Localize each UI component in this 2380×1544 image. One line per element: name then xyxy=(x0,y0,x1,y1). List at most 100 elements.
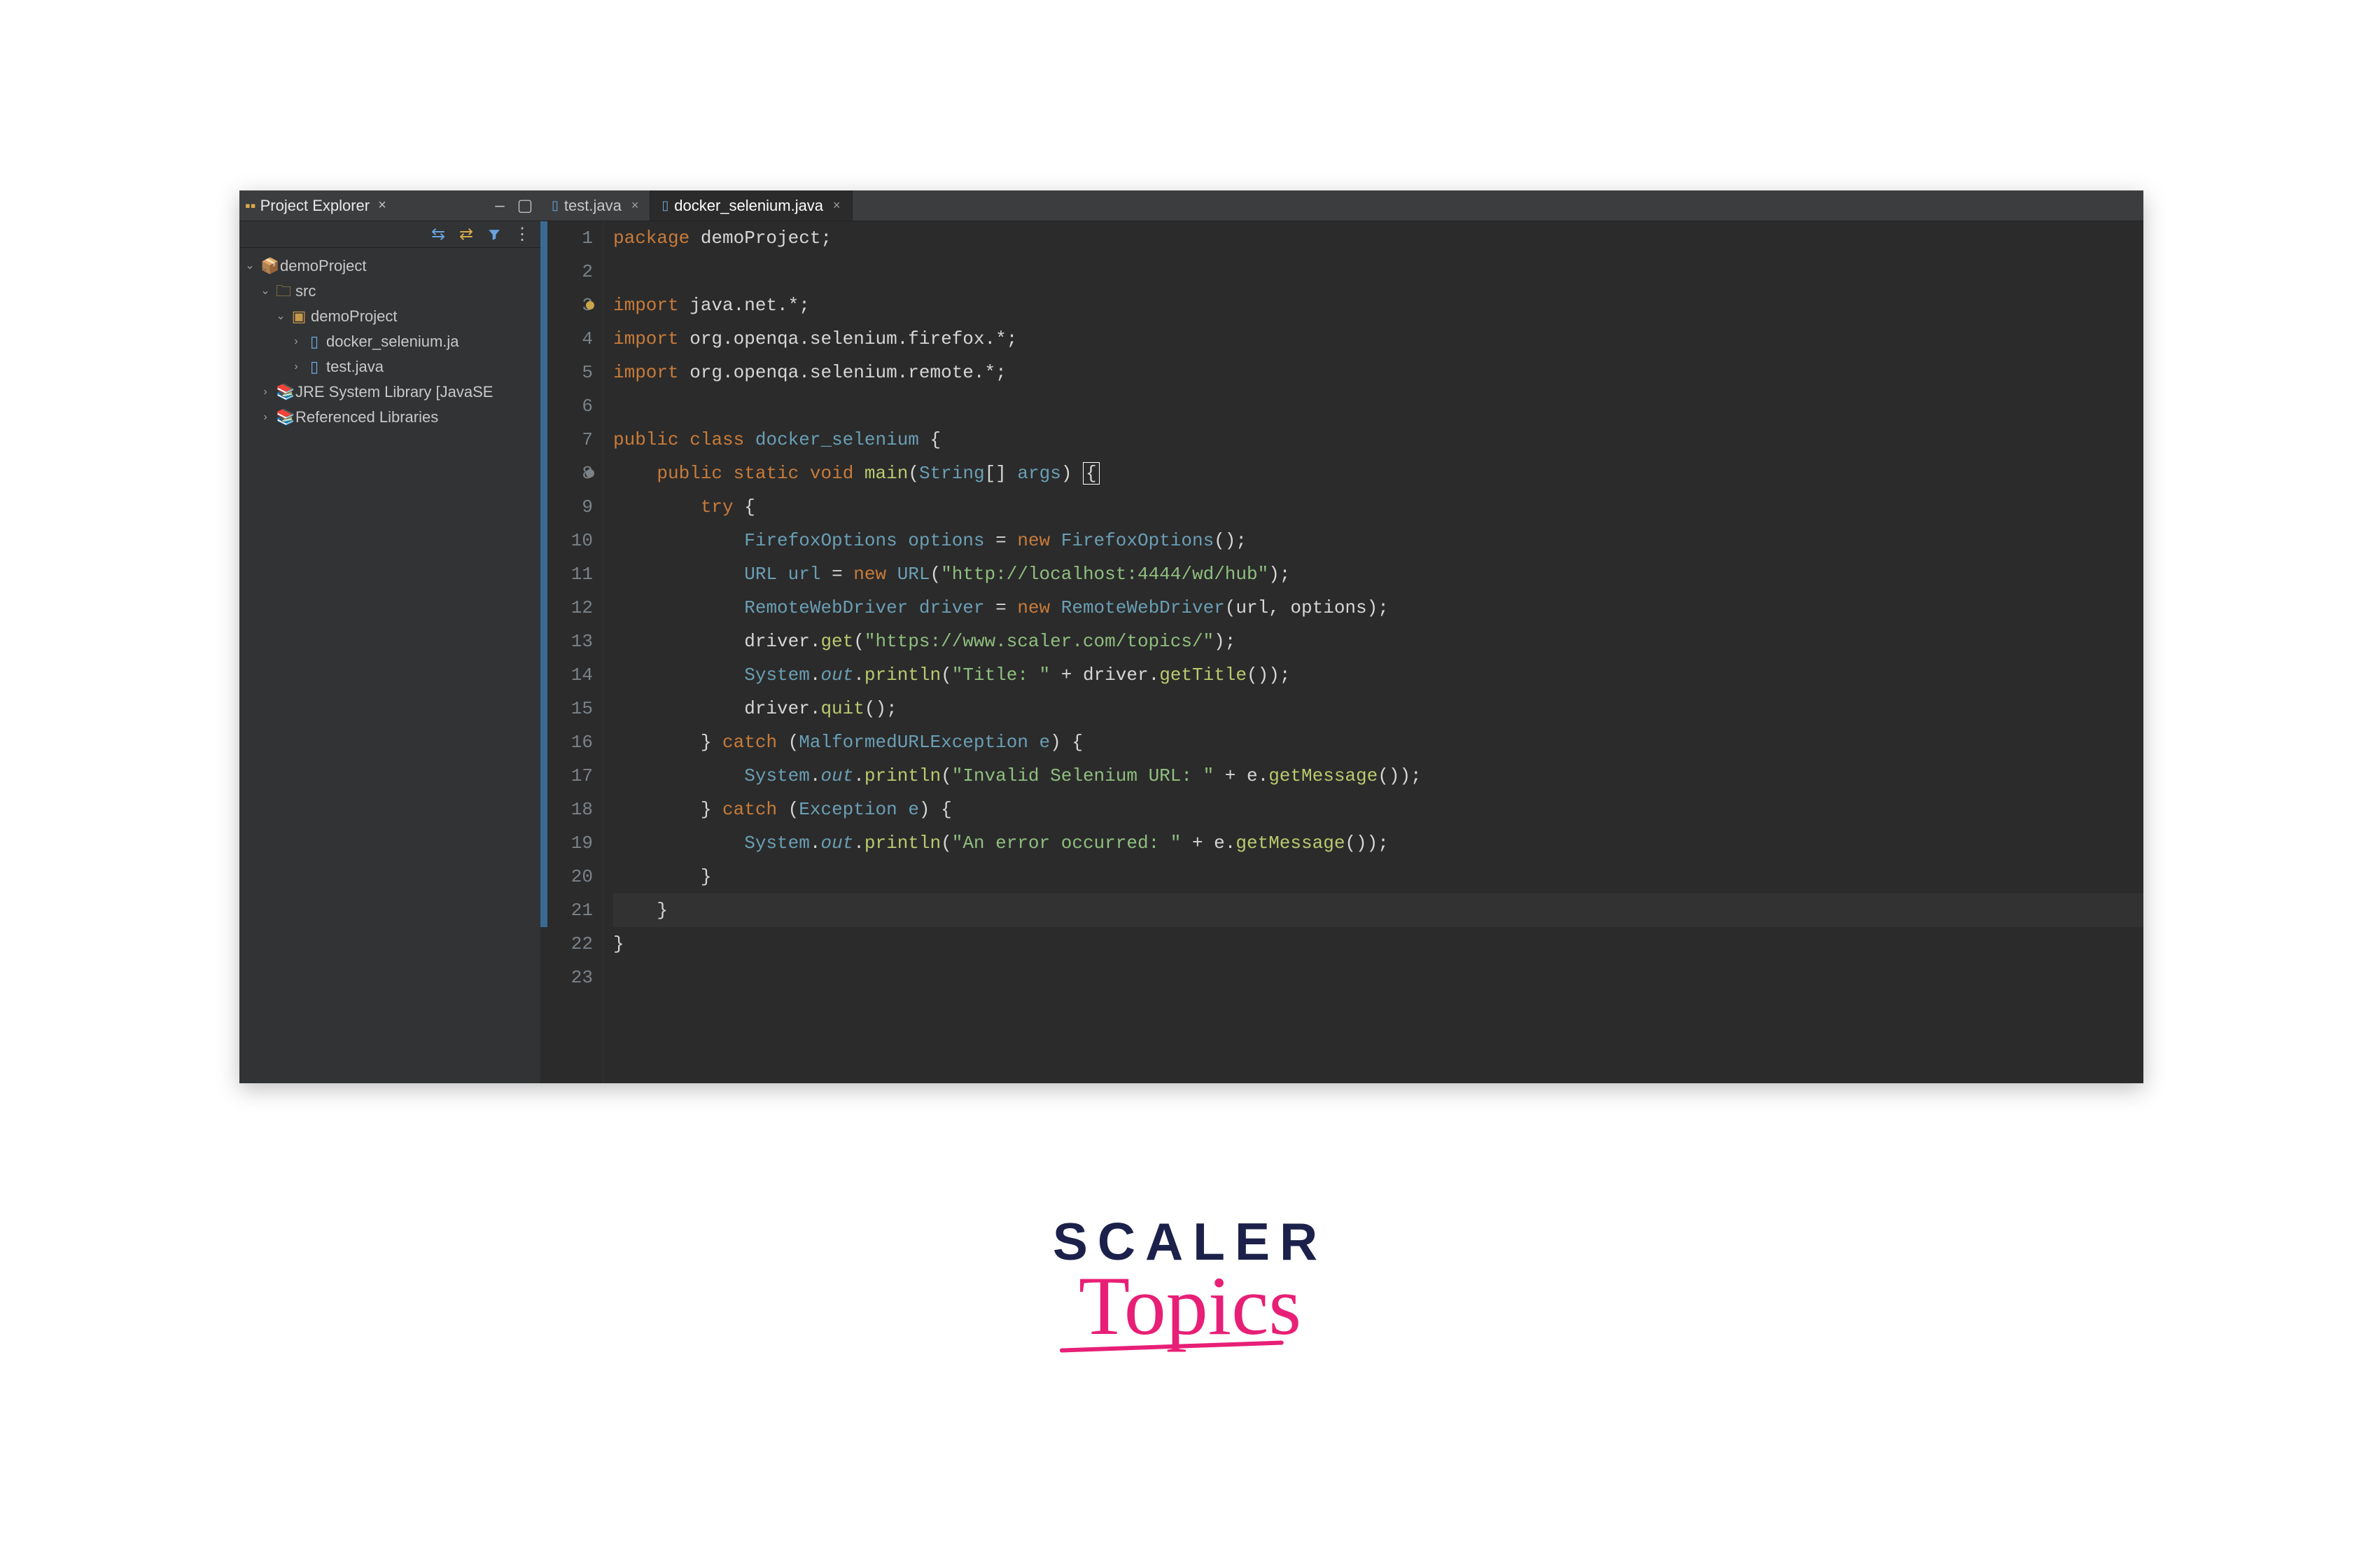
tree-node-icon: 📚 xyxy=(276,405,291,430)
tree-node-label: src xyxy=(295,279,316,304)
code-line[interactable]: } catch (MalformedURLException e) { xyxy=(613,725,2143,759)
code-line[interactable]: FirefoxOptions options = new FirefoxOpti… xyxy=(613,524,2143,557)
code-line[interactable]: } xyxy=(613,893,2143,927)
collapse-all-icon[interactable]: ⇆ xyxy=(428,225,448,244)
code-line[interactable]: public static void main(String[] args) { xyxy=(613,457,2143,490)
code-line[interactable]: package demoProject; xyxy=(613,221,2143,255)
code-line[interactable] xyxy=(613,961,2143,994)
close-icon[interactable]: × xyxy=(375,197,389,214)
tree-node-icon: ▯ xyxy=(307,329,322,354)
link-editor-icon[interactable]: ⇄ xyxy=(456,225,476,244)
code-line[interactable]: try { xyxy=(613,490,2143,524)
line-number: 20 xyxy=(540,860,593,893)
expand-arrow-icon[interactable]: › xyxy=(259,380,272,405)
code-editor[interactable]: package demoProject; import java.net.*;i… xyxy=(603,221,2143,1083)
tree-node-label: test.java xyxy=(326,354,384,380)
line-number: 18 xyxy=(540,793,593,826)
code-line[interactable]: driver.quit(); xyxy=(613,692,2143,725)
code-line[interactable]: System.out.println("Invalid Selenium URL… xyxy=(613,759,2143,793)
tree-item-docker-selenium-ja[interactable]: ›▯docker_selenium.ja xyxy=(244,329,536,354)
maximize-icon[interactable]: ▢ xyxy=(515,196,535,216)
tree-node-label: demoProject xyxy=(280,253,367,279)
line-number: 5 xyxy=(540,356,593,389)
editor-area: ▯test.java×▯docker_selenium.java× 123456… xyxy=(540,190,2143,1083)
tree-item-demoproject[interactable]: ⌄📦demoProject xyxy=(244,253,536,279)
expand-arrow-icon[interactable]: › xyxy=(290,354,302,380)
code-line[interactable]: } catch (Exception e) { xyxy=(613,793,2143,826)
line-number: 7 xyxy=(540,423,593,457)
tab-label: docker_selenium.java xyxy=(674,197,823,215)
minimize-icon[interactable]: ‒ xyxy=(490,196,510,216)
tree-item-test-java[interactable]: ›▯test.java xyxy=(244,354,536,380)
close-tab-icon[interactable]: × xyxy=(627,198,639,213)
line-number: 21 xyxy=(540,893,593,927)
line-number: 13 xyxy=(540,625,593,658)
code-line[interactable]: driver.get("https://www.scaler.com/topic… xyxy=(613,625,2143,658)
close-tab-icon[interactable]: × xyxy=(829,198,841,213)
line-number: 22 xyxy=(540,927,593,961)
code-line[interactable]: RemoteWebDriver driver = new RemoteWebDr… xyxy=(613,591,2143,625)
line-number: 6 xyxy=(540,389,593,423)
line-number: 10 xyxy=(540,524,593,557)
expand-arrow-icon[interactable]: ⌄ xyxy=(259,279,272,304)
expand-arrow-icon[interactable]: ⌄ xyxy=(244,253,256,279)
java-file-icon: ▯ xyxy=(552,198,559,213)
line-number: 19 xyxy=(540,826,593,860)
expand-arrow-icon[interactable]: › xyxy=(290,329,302,354)
project-explorer-header: ▪▪ Project Explorer × ‒ ▢ xyxy=(239,190,540,221)
java-file-icon: ▯ xyxy=(662,198,668,213)
tab-label: test.java xyxy=(564,197,622,215)
filter-icon[interactable] xyxy=(484,225,504,244)
tree-node-label: demoProject xyxy=(311,304,398,329)
view-menu-icon[interactable]: ⋮ xyxy=(512,225,532,244)
tree-item-jre-system-library-javase[interactable]: ›📚JRE System Library [JavaSE xyxy=(244,380,536,405)
tree-node-icon: 📚 xyxy=(276,380,291,405)
warning-marker-icon[interactable] xyxy=(586,301,594,310)
tree-node-icon: ▣ xyxy=(291,304,307,329)
line-number: 2 xyxy=(540,255,593,288)
project-explorer-icon: ▪▪ xyxy=(245,197,256,215)
editor-tab-docker_selenium-java[interactable]: ▯ docker_selenium.java × xyxy=(650,190,852,221)
tree-item-demoproject[interactable]: ⌄▣demoProject xyxy=(244,304,536,329)
project-explorer-title: Project Explorer xyxy=(260,197,370,215)
line-number: 17 xyxy=(540,759,593,793)
code-line[interactable]: System.out.println("An error occurred: "… xyxy=(613,826,2143,860)
expand-arrow-icon[interactable]: › xyxy=(259,405,272,430)
line-number: 8 xyxy=(540,457,593,490)
code-line[interactable]: public class docker_selenium { xyxy=(613,423,2143,457)
code-line[interactable]: import org.openqa.selenium.remote.*; xyxy=(613,356,2143,389)
tree-node-label: docker_selenium.ja xyxy=(326,329,459,354)
code-line[interactable]: } xyxy=(613,927,2143,961)
line-number: 12 xyxy=(540,591,593,625)
scaler-topics-logo: SCALER Topics xyxy=(1053,1211,1327,1354)
tree-item-src[interactable]: ⌄🗀src xyxy=(244,279,536,304)
expand-arrow-icon[interactable]: ⌄ xyxy=(274,304,287,329)
editor-body: 1234567891011121314151617181920212223 pa… xyxy=(540,221,2143,1083)
code-line[interactable]: import org.openqa.selenium.firefox.*; xyxy=(613,322,2143,356)
method-marker-icon[interactable] xyxy=(586,469,594,478)
tree-node-label: JRE System Library [JavaSE xyxy=(295,380,493,405)
editor-tab-test-java[interactable]: ▯ test.java × xyxy=(540,190,650,221)
code-line[interactable] xyxy=(613,255,2143,288)
tree-item-referenced-libraries[interactable]: ›📚Referenced Libraries xyxy=(244,405,536,430)
line-number: 9 xyxy=(540,490,593,524)
line-number: 3 xyxy=(540,288,593,322)
tree-node-label: Referenced Libraries xyxy=(295,405,438,430)
line-number-gutter: 1234567891011121314151617181920212223 xyxy=(540,221,603,1083)
project-tree: ⌄📦demoProject⌄🗀src⌄▣demoProject›▯docker_… xyxy=(239,248,540,436)
line-number: 15 xyxy=(540,692,593,725)
line-number: 1 xyxy=(540,221,593,255)
code-line[interactable]: System.out.println("Title: " + driver.ge… xyxy=(613,658,2143,692)
code-line[interactable] xyxy=(613,389,2143,423)
code-line[interactable]: } xyxy=(613,860,2143,893)
code-line[interactable]: import java.net.*; xyxy=(613,288,2143,322)
line-number: 4 xyxy=(540,322,593,356)
logo-text-topics: Topics xyxy=(1053,1258,1327,1354)
ide-window: ▪▪ Project Explorer × ‒ ▢ ⇆ ⇄ ⋮ ⌄📦demoPr… xyxy=(239,190,2143,1083)
code-line[interactable]: URL url = new URL("http://localhost:4444… xyxy=(613,557,2143,591)
project-explorer-toolbar: ⇆ ⇄ ⋮ xyxy=(239,221,540,248)
line-number: 14 xyxy=(540,658,593,692)
editor-tab-bar: ▯ test.java × ▯ docker_selenium.java × xyxy=(540,190,2143,221)
line-number: 16 xyxy=(540,725,593,759)
project-explorer-panel: ▪▪ Project Explorer × ‒ ▢ ⇆ ⇄ ⋮ ⌄📦demoPr… xyxy=(239,190,540,1083)
